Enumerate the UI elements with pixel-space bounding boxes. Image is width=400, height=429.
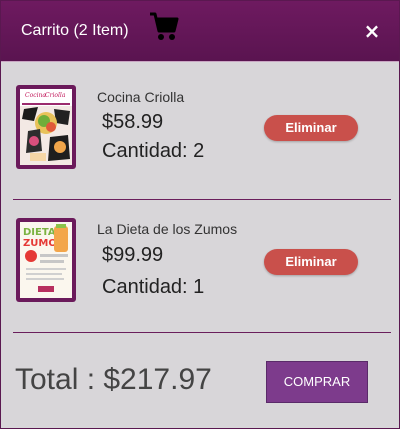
cart-item: Cocina Criolla Cocina Criolla $58.99 Can… <box>13 67 391 200</box>
item-name[interactable]: Cocina Criolla <box>97 89 184 105</box>
cover-art-cocina-criolla: Cocina Criolla <box>20 89 72 165</box>
shopping-cart-icon <box>150 12 179 40</box>
cart-title: Carrito (2 Item) <box>21 22 129 39</box>
cover-title-line-2: Criolla <box>45 92 66 99</box>
item-price: $99.99 <box>102 244 164 266</box>
remove-item-button[interactable]: Eliminar <box>264 115 358 141</box>
cover-title-line-1: DIETA <box>23 227 56 238</box>
item-quantity: Cantidad: 1 <box>102 276 205 298</box>
cart-header: Carrito (2 Item) × <box>1 1 399 62</box>
buy-button[interactable]: COMPRAR <box>266 361 368 403</box>
close-icon[interactable]: × <box>363 21 381 41</box>
cover-art-dieta-zumos: DIETA ZUMOS <box>20 222 72 298</box>
item-price: $58.99 <box>102 111 164 133</box>
item-quantity: Cantidad: 2 <box>102 140 205 162</box>
book-cover-thumbnail[interactable]: DIETA ZUMOS <box>16 218 76 302</box>
cover-title-line-1: Cocina <box>25 92 46 99</box>
cart-panel: Carrito (2 Item) × Cocina Criolla Cocina… <box>0 0 400 429</box>
book-cover-thumbnail[interactable]: Cocina Criolla <box>16 85 76 169</box>
remove-item-button[interactable]: Eliminar <box>264 249 358 275</box>
item-name[interactable]: La Dieta de los Zumos <box>97 221 237 237</box>
cart-total: Total : $217.97 <box>15 363 212 396</box>
book-cover-image: DIETA ZUMOS <box>20 222 72 298</box>
cart-item: DIETA ZUMOS La Dieta de los Zumos $99.99… <box>13 200 391 333</box>
book-cover-image: Cocina Criolla <box>20 89 72 165</box>
